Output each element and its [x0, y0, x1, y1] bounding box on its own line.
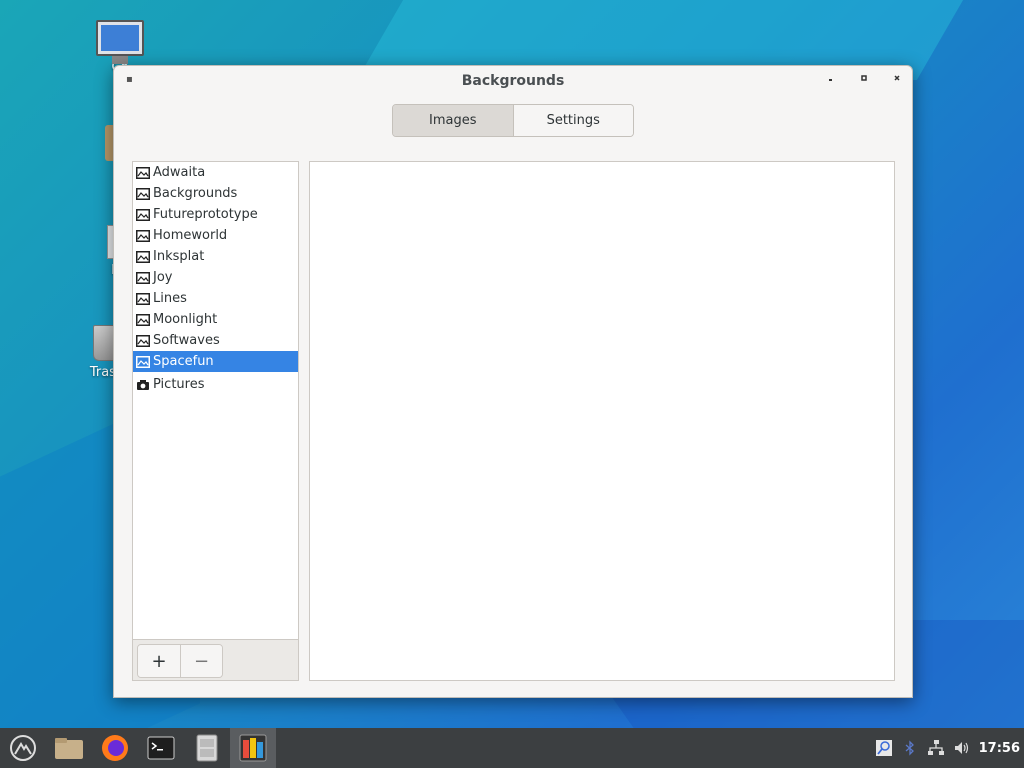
taskbar-firefox[interactable] [92, 728, 138, 768]
folder-item[interactable]: Softwaves [133, 330, 298, 351]
folder-item-label: Adwaita [153, 165, 206, 180]
remove-folder-button[interactable]: − [180, 645, 222, 677]
close-button[interactable] [888, 72, 906, 90]
clock[interactable]: 17:56 [979, 741, 1020, 756]
folder-item-label: Homeworld [153, 228, 228, 243]
file-cabinet-icon [196, 734, 218, 762]
tab-images[interactable]: Images [393, 105, 513, 136]
camera-icon [136, 379, 150, 391]
window-title: Backgrounds [461, 73, 565, 89]
maximize-icon [861, 75, 867, 81]
folder-item[interactable]: Inksplat [133, 246, 298, 267]
image-icon [136, 292, 150, 305]
backgrounds-app-icon [239, 734, 267, 762]
folder-item[interactable]: Spacefun [133, 351, 298, 372]
taskbar-files[interactable] [46, 728, 92, 768]
app-menu-icon [10, 735, 36, 761]
image-icon [136, 187, 150, 200]
folder-item-label: Inksplat [153, 249, 205, 264]
folder-item-label: Lines [153, 291, 187, 306]
folder-item-label: Moonlight [153, 312, 218, 327]
folder-list-toolbar: + − [133, 639, 298, 680]
minimize-icon [829, 79, 832, 81]
taskbar-file-cabinet[interactable] [184, 728, 230, 768]
taskbar-backgrounds[interactable] [230, 728, 276, 768]
computer-icon [96, 20, 144, 64]
folder-item[interactable]: Backgrounds [133, 183, 298, 204]
view-switcher: Images Settings [392, 104, 634, 137]
folder-item-label: Spacefun [153, 354, 214, 369]
folder-item[interactable]: Adwaita [133, 162, 298, 183]
folder-item[interactable]: Moonlight [133, 309, 298, 330]
image-icon [136, 334, 150, 347]
file-manager-icon [55, 738, 83, 759]
image-icon [136, 229, 150, 242]
taskbar: 17:56 [0, 728, 1024, 768]
bluetooth-icon[interactable] [901, 739, 919, 757]
search-icon[interactable] [875, 739, 893, 757]
image-icon [136, 313, 150, 326]
taskbar-terminal[interactable] [138, 728, 184, 768]
close-icon [894, 75, 900, 81]
folder-item[interactable]: Lines [133, 288, 298, 309]
firefox-icon [102, 735, 128, 761]
backgrounds-window: ▪ Backgrounds Images Settings Adwaita Bac… [113, 65, 913, 698]
image-grid[interactable] [309, 161, 895, 681]
folder-item[interactable]: Pictures [133, 374, 298, 395]
minimize-button[interactable] [822, 72, 840, 90]
system-tray: 17:56 [875, 728, 1024, 768]
add-folder-button[interactable]: + [138, 645, 180, 677]
image-icon [136, 166, 150, 179]
image-icon [136, 355, 150, 368]
image-icon [136, 250, 150, 263]
app-menu-button[interactable] [0, 728, 46, 768]
image-icon [136, 271, 150, 284]
folder-items: Adwaita Backgrounds Futureprototype Homewor… [133, 162, 298, 395]
folder-item-label: Backgrounds [153, 186, 238, 201]
terminal-icon [147, 736, 175, 760]
folder-item-label: Joy [153, 270, 173, 285]
folder-list: Adwaita Backgrounds Futureprototype Homewor… [132, 161, 299, 681]
folder-item-label: Futureprototype [153, 207, 258, 222]
titlebar[interactable]: ▪ Backgrounds [114, 66, 912, 98]
folder-item-label: Softwaves [153, 333, 220, 348]
folder-item-label: Pictures [153, 377, 205, 392]
tab-settings[interactable]: Settings [512, 105, 633, 136]
volume-icon[interactable] [953, 739, 971, 757]
folder-item[interactable]: Joy [133, 267, 298, 288]
folder-item[interactable]: Futureprototype [133, 204, 298, 225]
image-icon [136, 208, 150, 221]
folder-item[interactable]: Homeworld [133, 225, 298, 246]
maximize-button[interactable] [855, 72, 873, 90]
network-icon[interactable] [927, 739, 945, 757]
